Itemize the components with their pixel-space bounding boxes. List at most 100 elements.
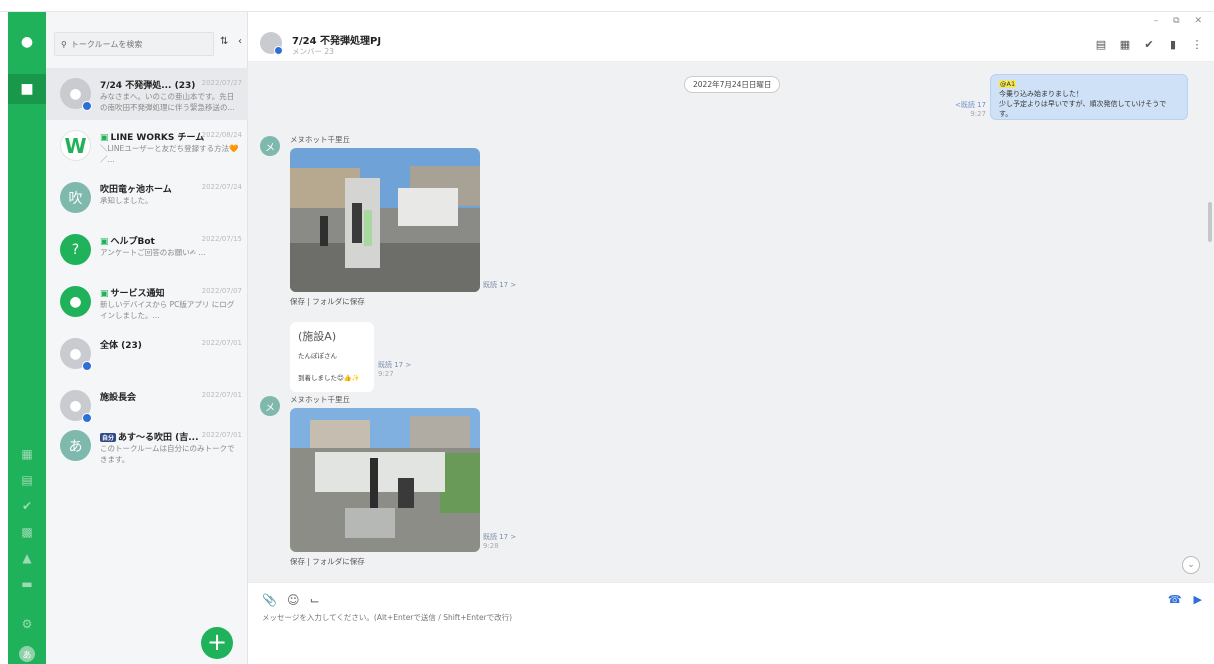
room-preview: 新しいデバイスから PC版アプリ にログインしました。... [100,300,235,320]
sort-icon[interactable]: ⇅ [220,36,228,47]
capture-crop-icon[interactable]: ⌙ [309,593,319,607]
chat-title: 7/24 不発弾処理PJ [292,36,382,47]
left-rail: ● ■ ▦ ▤ ✔ ▩ ▲ ▬ ⚙ あ [8,12,46,664]
chat-header: – ⧉ ✕ 7/24 不発弾処理PJ メンバー 23 ▤ ▦ ✔ ▮ ⋮ [248,12,1214,62]
my-read-info[interactable]: <既読 17 9:27 [954,100,986,118]
bot-icon: ▣ [100,237,109,247]
chat-group-avatar-icon[interactable] [260,32,283,55]
more-menu-icon[interactable]: ⋮ [1190,38,1204,51]
room-preview: アンケートご回答のお願い✍ ... [100,248,206,257]
room-date: 2022/07/27 [201,79,242,87]
group-badge-icon [82,361,92,371]
photo-message[interactable] [290,408,480,552]
collapse-list-icon[interactable]: ‹ [238,36,242,47]
drive-icon[interactable]: ▩ [17,522,37,542]
room-item[interactable]: 吹 吹田竜ヶ池ホーム 2022/07/24 承知しました。 [46,172,248,224]
my-message-line: 今乗り込み始まりました！ [999,90,1083,98]
save-to-folder-link[interactable]: 保存 | フォルダに保存 [290,296,365,307]
room-item[interactable]: ● ▣ サービス通知 2022/07/07 新しいデバイスから PC版アプリ にロ… [46,276,248,328]
calendar-icon[interactable]: ▦ [17,444,37,464]
task-icon[interactable]: ✔ [17,496,37,516]
attach-clip-icon[interactable]: 📎 [262,593,277,607]
message-scrollbar[interactable] [1208,202,1212,242]
search-icon: ⚲ [61,39,67,49]
help-bot-icon: ? [60,234,91,265]
room-date: 2022/07/15 [201,235,242,243]
message-line: 到着しました😊👍✨ [298,374,360,382]
bot-icon: ▣ [100,289,109,299]
board-icon[interactable]: ▤ [17,470,37,490]
group-badge-icon [274,46,283,55]
mail-icon[interactable]: ▬ [17,574,37,594]
chat-toolbar: ▤ ▦ ✔ ▮ ⋮ [1094,38,1204,51]
room-preview: ＼LINEユーザーと友だち登録する方法🧡／... [100,144,239,164]
call-buttons: ☎ ▶ [1168,593,1202,606]
photo-message[interactable] [290,148,480,292]
room-preview: みなさまへ。いのこの亜山本です。先日の南吹田不発弾処理に伴う緊急移送の... [100,92,235,112]
room-date: 2022/07/01 [201,339,242,347]
settings-gear-icon[interactable]: ⚙ [17,614,37,634]
window-controls[interactable]: – ⧉ ✕ [1154,16,1208,26]
room-date: 2022/07/24 [201,183,242,191]
note-icon[interactable]: ▤ [1094,38,1108,51]
text-message-bubble[interactable]: (施設A) たんぽぽさん 到着しました😊👍✨ [290,322,374,392]
bot-icon: ▣ [100,133,109,143]
sender-name: メヌホット千里丘 [290,395,350,404]
my-avatar[interactable]: あ [19,646,35,662]
room-avatar: 吹 [60,182,91,213]
van-photo-image [290,148,480,292]
self-tag: 自分 [100,433,117,442]
emoji-icon[interactable]: ☺ [287,593,300,607]
room-name: 施設長会 [100,393,137,403]
line-works-logo-icon: W [60,130,91,161]
room-item[interactable]: ● 全体 (23) 2022/07/01 [46,328,248,380]
notification-bell-icon: ● [60,286,91,317]
task-check-icon[interactable]: ✔ [1142,38,1156,51]
calendar-icon[interactable]: ▦ [1118,38,1132,51]
member-count[interactable]: メンバー 23 [292,46,334,57]
my-message-line: 少し予定よりは早いですが、順次発信していけそうです。 [999,100,1167,118]
voice-call-icon[interactable]: ☎ [1168,593,1182,606]
video-call-icon[interactable]: ▶ [1194,593,1202,606]
room-item[interactable]: ● 7/24 不発弾処... (23) 2022/07/27 みなさまへ。いのこ… [46,68,248,120]
save-to-folder-link[interactable]: 保存 | フォルダに保存 [290,556,365,567]
room-name: ▣ ヘルプBot [100,237,155,247]
talk-icon[interactable]: ■ [17,79,37,99]
room-name: 自分 あす～る吹田 (吉... [100,433,199,443]
room-item[interactable]: あ 自分 あす～る吹田 (吉... 2022/07/01 このトークルームは自分に… [46,420,248,472]
folder-icon[interactable]: ▮ [1166,38,1180,51]
my-message-bubble[interactable]: @A1 今乗り込み始まりました！ 少し予定よりは早いですが、順次発信していけそう… [990,74,1188,120]
wheelchair-photo-image [290,408,480,552]
sender-avatar[interactable]: メ [260,396,280,416]
room-item[interactable]: W ▣ LINE WORKS チーム 2022/08/24 ＼LINEユーザーと友… [46,120,248,172]
message-input[interactable] [262,613,862,622]
contacts-icon[interactable]: ● [17,32,37,52]
scroll-down-chevron-icon[interactable]: ⌄ [1182,556,1200,574]
message-line: たんぽぽさん [298,352,337,360]
room-search-input[interactable] [70,39,201,49]
facility-label: (施設A) [298,330,337,343]
room-item[interactable]: ? ▣ ヘルプBot 2022/07/15 アンケートご回答のお願い✍ ... [46,224,248,276]
room-search-box[interactable]: ⚲ [54,32,214,56]
new-room-plus-button[interactable]: + [201,627,233,659]
room-name: 吹田竜ヶ池ホーム [100,185,172,195]
room-date: 2022/07/01 [201,431,242,439]
room-avatar: あ [60,430,91,461]
sender-avatar[interactable]: メ [260,136,280,156]
room-date: 2022/08/24 [201,131,242,139]
message-area[interactable]: 2022年7月24日日曜日 <既読 17 9:27 @A1 今乗り込み始まりました… [248,62,1214,582]
text-read-info[interactable]: 既読 17 >9:27 [378,360,411,378]
group-icon[interactable]: ▲ [17,548,37,568]
photo-read-info[interactable]: 既読 17 > [483,280,516,290]
room-name: 7/24 不発弾処... (23) [100,81,196,91]
room-list-panel: ⚲ ⇅ ‹ ● 7/24 不発弾処... (23) 2022/07/27 みなさ… [46,12,248,664]
composer-toolbar: 📎 ☺ ⌙ [262,593,320,607]
room-date: 2022/07/07 [201,287,242,295]
room-preview: このトークルームは自分にのみトークできます。 [100,444,235,464]
room-date: 2022/07/01 [201,391,242,399]
group-badge-icon [82,101,92,111]
room-name: 全体 (23) [100,341,142,351]
photo-read-info[interactable]: 既読 17 >9:28 [483,532,516,550]
app-window: ● ■ ▦ ▤ ✔ ▩ ▲ ▬ ⚙ あ ⚲ ⇅ ‹ ● 7/24 不発弾処...… [0,0,1214,664]
message-composer: 📎 ☺ ⌙ ☎ ▶ [248,582,1214,664]
